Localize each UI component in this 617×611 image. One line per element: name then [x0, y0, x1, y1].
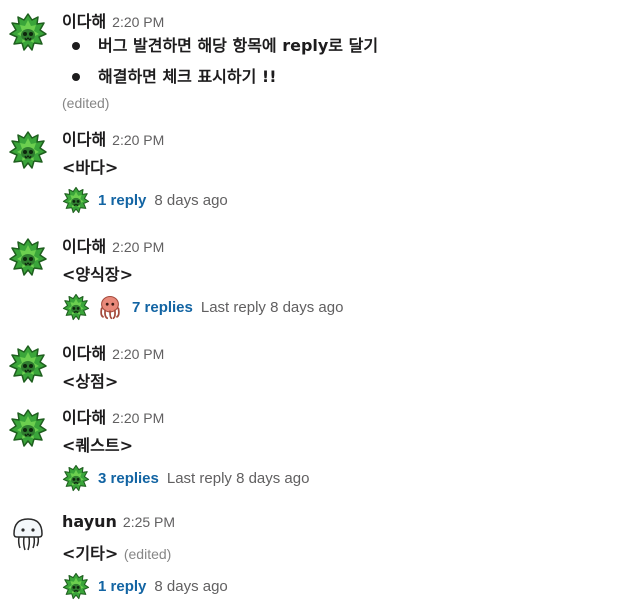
message-text: <상점> — [62, 372, 119, 391]
seaweed-icon[interactable] — [8, 237, 48, 277]
timestamp[interactable]: 2:20 PM — [112, 132, 164, 148]
seaweed-icon — [62, 186, 90, 214]
message-text: <바다> — [62, 158, 119, 177]
reply-count-link[interactable]: 3 replies — [98, 470, 159, 487]
seaweed-icon — [62, 293, 90, 321]
reply-count-link[interactable]: 7 replies — [132, 299, 193, 316]
thread-summary[interactable]: 7 replies Last reply 8 days ago — [62, 293, 343, 321]
last-reply-time: 8 days ago — [154, 577, 228, 595]
last-reply-time: 8 days ago — [154, 191, 228, 209]
seaweed-icon[interactable] — [8, 344, 48, 384]
timestamp[interactable]: 2:25 PM — [123, 514, 175, 530]
timestamp[interactable]: 2:20 PM — [112, 14, 164, 30]
message-text: <양식장> — [62, 265, 133, 284]
message-text: <기타> (edited) — [62, 544, 172, 563]
thread-summary[interactable]: 3 replies Last reply 8 days ago — [62, 464, 309, 492]
jellyfish-icon[interactable] — [8, 514, 48, 554]
edited-label: (edited) — [62, 95, 110, 111]
bullet-list: 버그 발견하면 해당 항목에 reply로 달기 해결하면 체크 표시하기 !! — [62, 33, 378, 95]
last-reply-time: Last reply 8 days ago — [166, 469, 310, 487]
seaweed-icon — [62, 464, 90, 492]
timestamp[interactable]: 2:20 PM — [112, 346, 164, 362]
list-item: 버그 발견하면 해당 항목에 reply로 달기 — [62, 33, 378, 64]
bullet-dot — [72, 73, 80, 81]
seaweed-icon[interactable] — [8, 408, 48, 448]
user-name[interactable]: hayun — [62, 512, 117, 531]
timestamp[interactable]: 2:20 PM — [112, 239, 164, 255]
timestamp[interactable]: 2:20 PM — [112, 410, 164, 426]
user-name[interactable]: 이다해 — [62, 344, 106, 363]
user-name[interactable]: 이다해 — [62, 408, 106, 427]
reply-count-link[interactable]: 1 reply — [98, 192, 146, 209]
seaweed-icon — [62, 572, 90, 600]
last-reply-time: Last reply 8 days ago — [200, 298, 344, 316]
user-name[interactable]: 이다해 — [62, 237, 106, 256]
reply-count-link[interactable]: 1 reply — [98, 578, 146, 595]
thread-summary[interactable]: 1 reply 8 days ago — [62, 186, 228, 214]
seaweed-icon[interactable] — [8, 12, 48, 52]
edited-label: (edited) — [123, 546, 172, 562]
user-name[interactable]: 이다해 — [62, 12, 106, 31]
user-name[interactable]: 이다해 — [62, 130, 106, 149]
bullet-dot — [72, 42, 80, 50]
list-item: 해결하면 체크 표시하기 !! — [62, 64, 378, 95]
thread-summary[interactable]: 1 reply 8 days ago — [62, 572, 228, 600]
message-text: <퀘스트> — [62, 436, 133, 455]
octopus-icon — [96, 293, 124, 321]
seaweed-icon[interactable] — [8, 130, 48, 170]
